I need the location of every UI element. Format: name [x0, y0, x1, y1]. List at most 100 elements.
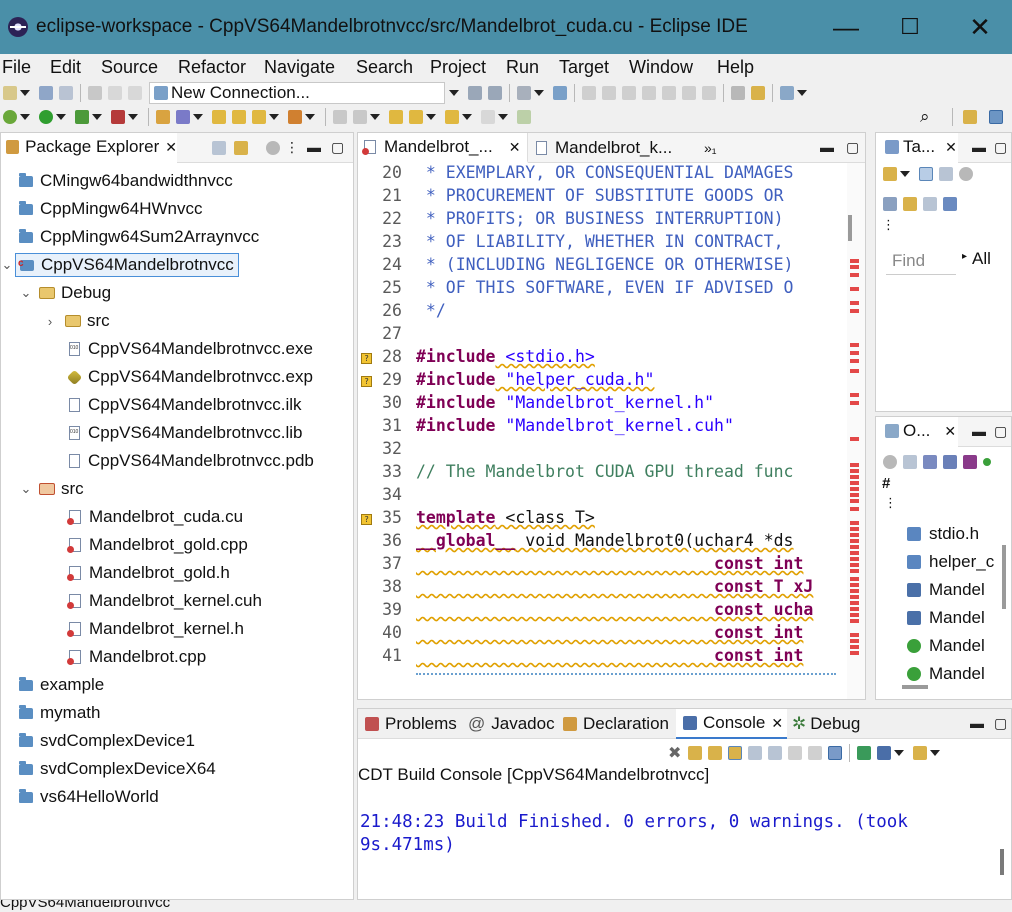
step-into-icon[interactable]: [662, 86, 676, 100]
maximize-view-icon[interactable]: ▢: [994, 715, 1007, 732]
drag-handle-icon[interactable]: ⋮: [882, 217, 895, 233]
drag-handle-icon[interactable]: ⋮: [884, 495, 897, 511]
debug-dropdown-icon[interactable]: [20, 114, 30, 120]
search-icon[interactable]: ⌕: [920, 107, 930, 127]
search-dropdown-icon[interactable]: [269, 114, 279, 120]
connection-selector[interactable]: New Connection...: [149, 82, 445, 104]
chevron-down-icon[interactable]: ⌄: [19, 481, 33, 497]
source-file-item[interactable]: Mandelbrot_kernel.cuh: [67, 587, 262, 615]
warning-marker-icon[interactable]: ?: [361, 514, 372, 525]
new-task-icon[interactable]: [883, 167, 897, 181]
close-icon[interactable]: ✕: [771, 715, 783, 732]
categorized-icon[interactable]: [919, 167, 933, 181]
focus-icon[interactable]: [883, 197, 897, 211]
pin-console-icon[interactable]: [828, 746, 843, 760]
search-files-icon[interactable]: [252, 110, 266, 124]
menu-help[interactable]: Help: [717, 57, 754, 78]
show-list-icon[interactable]: [943, 197, 957, 211]
file-item[interactable]: CppVS64Mandelbrotnvcc.ilk: [69, 391, 302, 419]
file-item[interactable]: CppVS64Mandelbrotnvcc.pdb: [69, 447, 314, 475]
source-file-item[interactable]: Mandelbrot_gold.h: [67, 559, 230, 587]
overview-ruler[interactable]: [847, 163, 865, 699]
task-icon[interactable]: [288, 110, 302, 124]
clear-console-icon[interactable]: [748, 746, 763, 760]
hide-static-icon[interactable]: [963, 455, 977, 469]
redo-icon[interactable]: [128, 86, 142, 100]
minimize-view-icon[interactable]: ▬: [307, 139, 321, 155]
tab-console[interactable]: Console ✕: [676, 709, 788, 739]
source-file-item[interactable]: Mandelbrot_cuda.cu: [67, 503, 243, 531]
minimize-button[interactable]: —: [826, 10, 866, 44]
code-area[interactable]: 20 * EXEMPLARY, OR CONSEQUENTIAL DAMAGES…: [358, 163, 865, 699]
build-config-icon[interactable]: [517, 86, 531, 100]
find-input[interactable]: Find: [886, 247, 956, 275]
chevron-down-icon[interactable]: ⌄: [1, 257, 13, 273]
coverage-dropdown-icon[interactable]: [92, 114, 102, 120]
folder-item[interactable]: ⌄ src: [19, 475, 84, 503]
forward-dropdown-icon[interactable]: [498, 114, 508, 120]
menu-target[interactable]: Target: [559, 57, 609, 78]
run-dropdown-icon[interactable]: [56, 114, 66, 120]
project-item[interactable]: CppMingw64HWnvcc: [19, 195, 203, 223]
menu-run[interactable]: Run: [506, 57, 539, 78]
outline-item[interactable]: helper_c: [904, 549, 994, 575]
suspend-icon[interactable]: [602, 86, 616, 100]
word-wrap-icon[interactable]: [768, 746, 783, 760]
menu-search[interactable]: Search: [356, 57, 413, 78]
open-console-icon[interactable]: [857, 746, 872, 760]
source-file-item[interactable]: Mandelbrot_gold.cpp: [67, 531, 248, 559]
perspective-dropdown-icon[interactable]: [797, 90, 807, 96]
menu-project[interactable]: Project: [430, 57, 486, 78]
save-all-icon[interactable]: [59, 86, 73, 100]
project-item[interactable]: example: [19, 671, 104, 699]
collapse-all-icon[interactable]: [212, 141, 226, 155]
external-tools-dropdown-icon[interactable]: [128, 114, 138, 120]
maximize-view-icon[interactable]: ▢: [994, 139, 1007, 156]
pin-editor-icon[interactable]: [517, 110, 531, 124]
outline-item[interactable]: Mandel: [904, 605, 985, 631]
toggle-word-wrap-icon[interactable]: [731, 86, 745, 100]
debug-icon[interactable]: [3, 110, 17, 124]
scheduled-icon[interactable]: [939, 167, 953, 181]
tab-declaration[interactable]: Declaration: [560, 709, 669, 739]
chevron-right-icon[interactable]: ›: [43, 314, 57, 329]
chevron-down-icon[interactable]: ⌄: [19, 285, 33, 301]
menu-window[interactable]: Window: [629, 57, 693, 78]
menu-file[interactable]: File: [2, 57, 31, 78]
maximize-button[interactable]: ☐: [890, 10, 930, 44]
maximize-view-icon[interactable]: ▢: [846, 139, 859, 156]
annotation-list-dropdown-icon[interactable]: [426, 114, 436, 120]
close-icon[interactable]: ✕: [945, 139, 957, 156]
step-over-icon[interactable]: [682, 86, 696, 100]
vertical-scrollbar-thumb[interactable]: [848, 215, 852, 241]
scroll-up-icon[interactable]: [708, 746, 723, 760]
launch-config-icon[interactable]: [488, 86, 502, 100]
new-console-icon[interactable]: [913, 746, 928, 760]
more-tabs-button[interactable]: »₁: [704, 133, 717, 163]
link-with-editor-icon[interactable]: [234, 141, 248, 155]
show-on-error-icon[interactable]: [808, 746, 823, 760]
close-button[interactable]: ✕: [960, 10, 1000, 44]
source-file-item[interactable]: Mandelbrot.cpp: [67, 643, 206, 671]
minimize-view-icon[interactable]: ▬: [972, 139, 986, 155]
disconnect-icon[interactable]: [642, 86, 656, 100]
edit-mode-icon[interactable]: [333, 110, 347, 124]
show-on-output-icon[interactable]: [788, 746, 803, 760]
tab-package-explorer[interactable]: Package Explorer ✕: [1, 133, 177, 163]
project-item[interactable]: mymath: [19, 699, 100, 727]
outline-item[interactable]: Mandel: [904, 661, 985, 687]
tab-outline[interactable]: O... ✕: [876, 417, 958, 447]
new-cpp-project-icon[interactable]: [156, 110, 170, 124]
project-item[interactable]: CppMingw64Sum2Arraynvcc: [19, 223, 259, 251]
minimize-view-icon[interactable]: ▬: [970, 715, 984, 731]
menu-refactor[interactable]: Refactor: [178, 57, 246, 78]
horizontal-scrollbar[interactable]: [416, 673, 836, 675]
close-icon[interactable]: ✕: [944, 423, 956, 440]
tab-problems[interactable]: Problems: [362, 709, 457, 739]
launch-icon[interactable]: [468, 86, 482, 100]
open-element-icon[interactable]: [232, 110, 246, 124]
minimize-view-icon[interactable]: ▬: [972, 423, 986, 439]
project-item[interactable]: vs64HelloWorld: [19, 783, 159, 811]
all-filter-label[interactable]: All: [972, 249, 991, 269]
open-perspective-icon[interactable]: [780, 86, 794, 100]
